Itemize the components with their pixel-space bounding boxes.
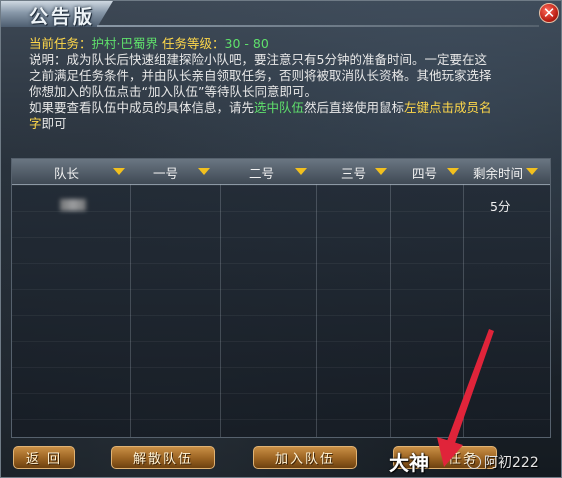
watermark-logo-icon xyxy=(467,455,481,469)
column-divider xyxy=(316,184,317,437)
level-label: 任务等级： xyxy=(161,36,225,51)
header-member-2[interactable]: 二号 xyxy=(249,163,274,182)
sort-arrow-icon[interactable] xyxy=(295,168,307,175)
header-member-3[interactable]: 三号 xyxy=(341,163,366,182)
line5-text-c: 然后直接使用鼠标 xyxy=(304,100,405,115)
close-button[interactable]: ✕ xyxy=(539,3,559,23)
line6-text: 即可 xyxy=(41,116,67,131)
description-line-6: 字即可 xyxy=(29,116,539,132)
back-button[interactable]: 返 回 xyxy=(13,446,75,469)
sort-arrow-icon[interactable] xyxy=(113,168,125,175)
watermark-right: 阿初222 xyxy=(467,452,539,472)
description-line-3: 之前满足任务条件，并由队长亲自领取任务，否则将被取消队长资格。其他玩家选择 xyxy=(29,68,492,83)
column-divider xyxy=(130,184,131,437)
watermark-handle: 阿初222 xyxy=(484,455,539,471)
sort-arrow-icon[interactable] xyxy=(447,168,459,175)
column-divider xyxy=(390,184,391,437)
sort-arrow-icon[interactable] xyxy=(526,168,538,175)
close-icon: ✕ xyxy=(542,3,556,22)
column-divider xyxy=(463,184,464,437)
blurred-leader-name[interactable] xyxy=(60,199,86,211)
team-list-table: 队长 一号 二号 三号 四号 剩余时间 5分 xyxy=(11,158,551,438)
disband-team-button[interactable]: 解散队伍 xyxy=(111,446,215,469)
window-title: 公告版 xyxy=(29,6,96,28)
header-member-1[interactable]: 一号 xyxy=(153,163,178,182)
line6-highlight: 字 xyxy=(29,116,42,131)
time-left-cell: 5分 xyxy=(490,199,511,214)
task-name: 护村·巴蜀界 xyxy=(91,36,158,51)
description-line-2: 说明：成为队长后快速组建探险小队吧，要注意只有5分钟的准备时间。一定要在这 xyxy=(29,52,487,67)
sort-arrow-icon[interactable] xyxy=(198,168,210,175)
line5-text-a: 如果要查看队伍中成员的具体信息，请先 xyxy=(29,100,255,115)
line5-highlight-select: 选中队伍 xyxy=(254,100,305,115)
sort-arrow-icon[interactable] xyxy=(375,168,387,175)
task-description: 当前任务：护村·巴蜀界 任务等级：30 - 80 说明：成为队长后快速组建探险小… xyxy=(29,36,539,132)
description-line-5: 如果要查看队伍中成员的具体信息，请先选中队伍然后直接使用鼠标左键点击成员名 xyxy=(29,100,539,116)
table-header: 队长 一号 二号 三号 四号 剩余时间 xyxy=(12,159,550,185)
line5-highlight-click: 左键点击成员名 xyxy=(404,100,492,115)
task-label: 当前任务： xyxy=(29,36,92,51)
title-divider xyxy=(97,25,539,27)
watermark-left: 大神 xyxy=(389,451,429,475)
column-divider xyxy=(220,184,221,437)
header-leader[interactable]: 队长 xyxy=(54,163,79,182)
bulletin-board-window: 公告版 ✕ 当前任务：护村·巴蜀界 任务等级：30 - 80 说明：成为队长后快… xyxy=(0,0,562,478)
description-line-4: 你想加入的队伍点击“加入队伍”等待队长同意即可。 xyxy=(29,84,317,99)
header-time-left[interactable]: 剩余时间 xyxy=(473,163,523,182)
level-range: 30 - 80 xyxy=(224,36,269,51)
join-team-button[interactable]: 加入队伍 xyxy=(253,446,357,469)
task-info-line: 当前任务：护村·巴蜀界 任务等级：30 - 80 xyxy=(29,36,539,52)
header-member-4[interactable]: 四号 xyxy=(412,163,437,182)
